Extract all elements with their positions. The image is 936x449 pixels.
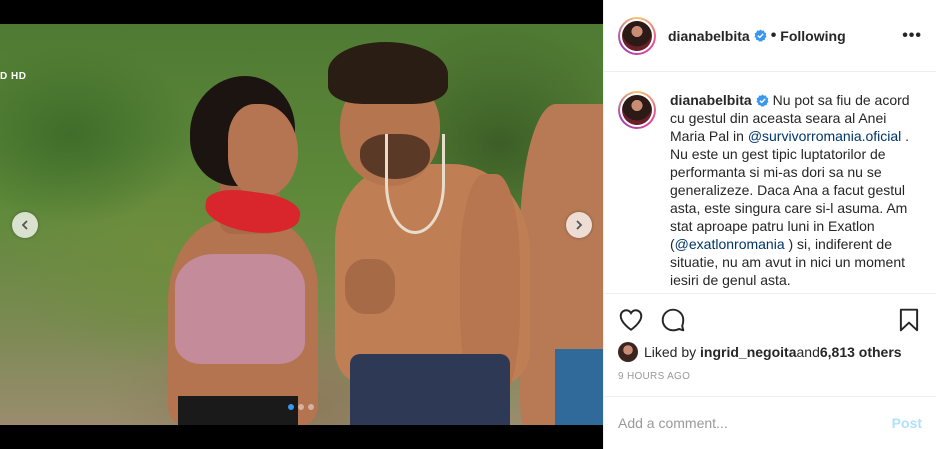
verified-badge-icon xyxy=(754,29,767,42)
carousel-dot xyxy=(298,404,304,410)
caption-username[interactable]: dianabelbita xyxy=(670,92,752,108)
verified-badge-icon xyxy=(756,94,769,107)
liker-username[interactable]: ingrid_negoita xyxy=(700,344,796,360)
carousel-indicator xyxy=(288,404,314,410)
likes-middle: and xyxy=(796,344,820,360)
carousel-dot xyxy=(288,404,294,410)
caption-text: dianabelbita Nu pot sa fiu de acord cu g… xyxy=(670,91,920,289)
comment-input[interactable] xyxy=(618,415,892,431)
following-button[interactable]: Following xyxy=(780,28,845,44)
heart-icon[interactable] xyxy=(618,307,644,333)
chevron-right-icon xyxy=(576,220,583,230)
liker-avatar[interactable] xyxy=(618,342,638,362)
post-media: D HD xyxy=(0,0,603,449)
carousel-dot xyxy=(308,404,314,410)
post-actions: Liked by ingrid_negoita and 6,813 others… xyxy=(604,293,936,382)
caption-body-2: . Nu este un gest tipic luptatorilor de … xyxy=(670,128,910,252)
bookmark-icon[interactable] xyxy=(896,307,922,333)
action-icons xyxy=(618,306,922,334)
separator-dot: • xyxy=(770,26,777,44)
next-slide-button[interactable] xyxy=(566,212,592,238)
likes-others-link[interactable]: 6,813 others xyxy=(820,344,902,360)
post-photo xyxy=(0,24,603,425)
letterbox-bottom xyxy=(0,425,603,449)
add-comment-form: Post xyxy=(604,396,936,449)
more-options-button[interactable]: ••• xyxy=(902,27,922,45)
caption-avatar[interactable] xyxy=(618,91,656,129)
previous-slide-button[interactable] xyxy=(12,212,38,238)
hd-badge: D HD xyxy=(0,71,27,82)
mention-link[interactable]: @exatlonromania xyxy=(675,236,785,252)
header-username[interactable]: dianabelbita xyxy=(668,28,750,44)
chevron-left-icon xyxy=(21,220,28,230)
avatar[interactable] xyxy=(618,16,656,55)
mention-link[interactable]: @survivorromania.oficial xyxy=(748,128,901,144)
likes-prefix: Liked by xyxy=(644,344,697,360)
post-comment-button[interactable]: Post xyxy=(892,415,922,431)
comment-icon[interactable] xyxy=(660,307,686,333)
post-header: dianabelbita • Following ••• xyxy=(604,0,936,72)
comments-section: dianabelbita Nu pot sa fiu de acord cu g… xyxy=(604,73,936,293)
caption: dianabelbita Nu pot sa fiu de acord cu g… xyxy=(618,91,920,289)
letterbox-top xyxy=(0,0,603,24)
likes-summary: Liked by ingrid_negoita and 6,813 others xyxy=(618,342,922,362)
post-sidebar: dianabelbita • Following ••• dianabelbit… xyxy=(603,0,936,449)
timestamp[interactable]: 9 HOURS AGO xyxy=(618,371,922,382)
